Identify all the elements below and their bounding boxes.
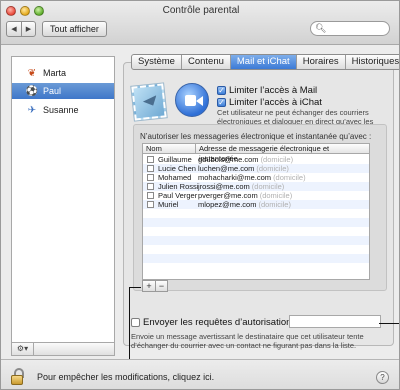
back-button[interactable]: ◀ (7, 22, 21, 36)
contact-address: mlopez@me.com (domicile) (198, 200, 291, 209)
table-row-empty (143, 254, 369, 263)
tab-logs[interactable]: Historiques (344, 55, 399, 69)
bottom-bar: Pour empêcher les modifications, cliquez… (1, 359, 399, 389)
tab-schedules[interactable]: Horaires (295, 55, 345, 69)
contact-name: Guillaume (158, 155, 192, 164)
contact-name: Lucie Chen (158, 164, 196, 173)
contact-name: Muriel (158, 200, 179, 209)
contact-address: jrossi@me.com (domicile) (198, 182, 285, 191)
search-icon: 🔍︎ (315, 23, 327, 33)
table-row[interactable]: Mohamed mohacharki@me.com (domicile) (143, 173, 369, 182)
forward-button[interactable]: ▶ (21, 22, 35, 36)
sidebar-item-marta[interactable]: ❦ Marta (12, 65, 114, 81)
contact-name: Mohamed (158, 173, 192, 182)
window-title: Contrôle parental (162, 5, 240, 16)
limit-mail-checkbox[interactable]: ✓ Limiter l’accès à Mail (217, 85, 317, 96)
checkbox-checked-icon: ✓ (217, 85, 226, 95)
butterfly-icon: ❦ (27, 67, 37, 79)
table-row[interactable]: Paul Verger pverger@me.com (domicile) (143, 191, 369, 200)
sidebar-item-susanne[interactable]: ✈ Susanne (12, 102, 114, 118)
back-forward-buttons: ◀ ▶ (6, 21, 36, 37)
sidebar-item-paul[interactable]: ⚽ Paul (12, 83, 114, 99)
title-bar: Contrôle parental ◀ ▶ Tout afficher 🔍︎ (1, 1, 399, 45)
mail-stamp-icon (130, 82, 168, 122)
table-row[interactable]: Guillaume gdubois@me.com (domicile) (143, 155, 369, 164)
checkbox-unchecked-icon: ✓ (131, 318, 140, 327)
contact-address: gdubois@me.com (domicile) (198, 155, 294, 164)
remove-contact-button[interactable]: − (155, 281, 167, 291)
sidebar-footer: ⚙▾ (11, 342, 115, 356)
table-row[interactable]: Lucie Chen luchen@me.com (domicile) (143, 164, 369, 173)
table-row-empty (143, 209, 369, 218)
table-row-empty (143, 245, 369, 254)
add-remove-buttons: + − (142, 280, 168, 292)
contact-card-icon (147, 165, 154, 172)
airplane-icon: ✈ (27, 104, 37, 116)
allowed-contacts-table: Nom Adresse de messagerie électronique e… (142, 143, 370, 280)
contact-address: luchen@me.com (domicile) (198, 164, 289, 173)
checkbox-checked-icon: ✓ (217, 97, 226, 107)
table-row-empty (143, 227, 369, 236)
parental-controls-window: Contrôle parental ◀ ▶ Tout afficher 🔍︎ ❦… (0, 0, 400, 390)
limit-mail-label: Limiter l’accès à Mail (229, 85, 318, 96)
contact-card-icon (147, 201, 154, 208)
contact-card-icon (147, 174, 154, 181)
soccer-ball-icon: ⚽ (25, 85, 39, 97)
allowed-contacts-caption: N’autoriser les messageries électronique… (140, 132, 372, 141)
contact-card-icon (147, 183, 154, 190)
contact-card-icon (147, 192, 154, 199)
contact-address: mohacharki@me.com (domicile) (198, 173, 306, 182)
contact-card-icon (147, 156, 154, 163)
table-row-empty (143, 236, 369, 245)
table-row[interactable]: Julien Rossi jrossi@me.com (domicile) (143, 182, 369, 191)
send-requests-checkbox[interactable]: ✓ Envoyer les requêtes d’autorisation à … (131, 317, 305, 328)
callout-line (379, 323, 399, 324)
callout-line (129, 287, 141, 288)
search-field[interactable]: 🔍︎ (310, 21, 390, 36)
tab-content[interactable]: Contenu (180, 55, 230, 69)
table-row-empty (143, 218, 369, 227)
table-header: Nom Adresse de messagerie électronique e… (143, 144, 369, 163)
limit-ichat-checkbox[interactable]: ✓ Limiter l’accès à iChat (217, 97, 322, 108)
show-all-button[interactable]: Tout afficher (42, 21, 107, 37)
add-contact-button[interactable]: + (143, 281, 155, 291)
contact-name: Paul Verger (158, 191, 198, 200)
table-row-empty (143, 263, 369, 272)
lock-message: Pour empêcher les modifications, cliquez… (37, 372, 215, 382)
column-header-name[interactable]: Nom (146, 144, 162, 154)
lock-icon[interactable] (9, 367, 25, 385)
limit-ichat-label: Limiter l’accès à iChat (229, 97, 322, 108)
send-requests-description: Envoie un message avertissant le destina… (131, 332, 364, 350)
table-row[interactable]: Muriel mlopez@me.com (domicile) (143, 200, 369, 209)
help-button[interactable]: ? (376, 371, 389, 384)
sidebar-item-label: Marta (43, 68, 67, 78)
send-requests-email-field[interactable] (289, 315, 381, 328)
ichat-video-icon (175, 83, 209, 117)
contact-address: pverger@me.com (domicile) (198, 191, 293, 200)
user-list: ❦ Marta ⚽ Paul ✈ Susanne (11, 56, 115, 356)
gear-menu-button[interactable]: ⚙▾ (12, 343, 34, 355)
tab-bar: Système Contenu Mail et iChat Horaires H… (131, 54, 399, 70)
column-header-address[interactable]: Adresse de messagerie électronique et in… (195, 144, 369, 163)
sidebar-item-label: Paul (43, 86, 62, 96)
tab-system[interactable]: Système (132, 55, 181, 69)
tab-mail-ichat[interactable]: Mail et iChat (229, 55, 296, 69)
send-requests-label: Envoyer les requêtes d’autorisation à : (143, 317, 305, 328)
contact-name: Julien Rossi (158, 182, 199, 191)
sidebar-item-label: Susanne (43, 105, 79, 115)
